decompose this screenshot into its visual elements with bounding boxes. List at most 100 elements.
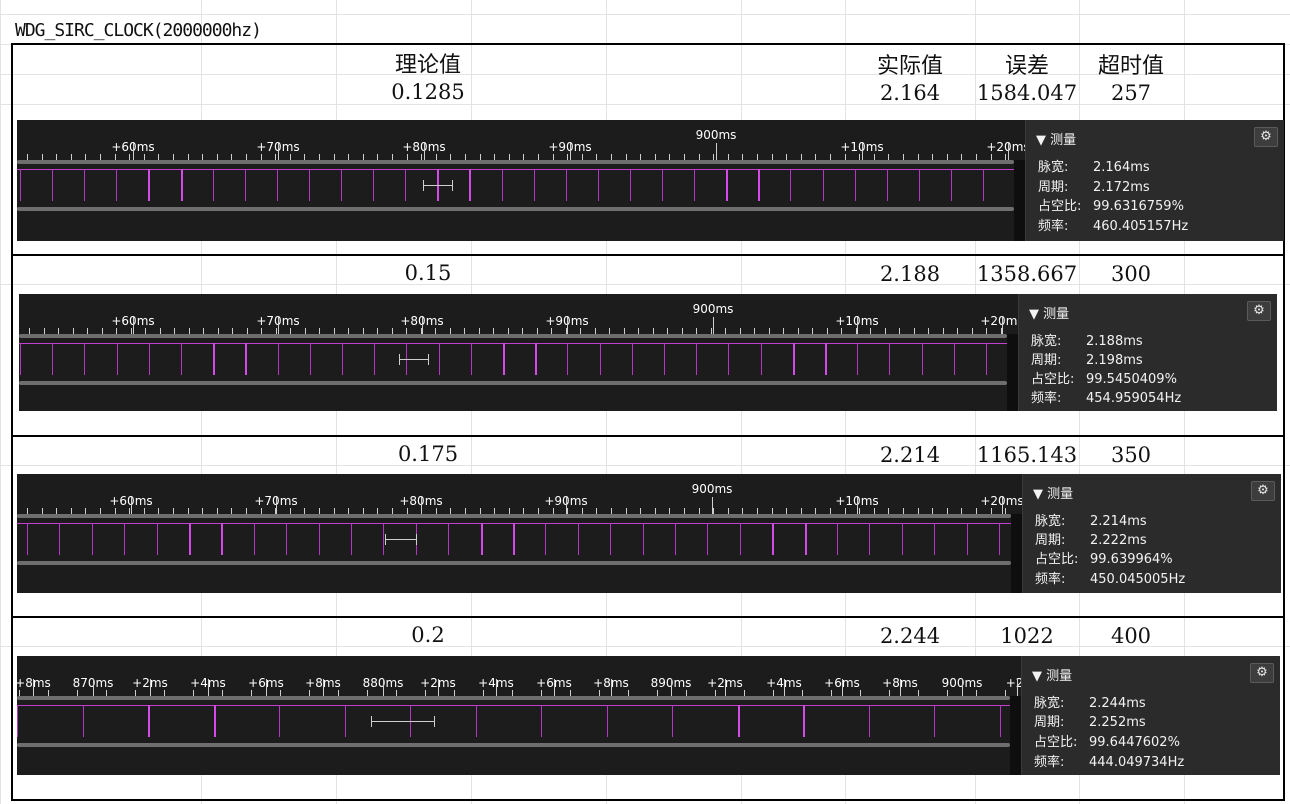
timeline-tick (450, 508, 451, 514)
timeline-tick (947, 508, 948, 514)
timeline-tick (202, 154, 203, 160)
timeline-tick (407, 154, 408, 160)
cell-error[interactable]: 1358.667 (977, 262, 1077, 286)
cell-theory[interactable]: 0.1285 (391, 80, 464, 104)
timeline-tick (684, 154, 685, 160)
cell-timeout[interactable]: 400 (1111, 624, 1151, 648)
header-actual[interactable]: 实际值 (877, 48, 943, 80)
cell-theory[interactable]: 0.15 (405, 261, 452, 285)
timeline-tick (87, 328, 88, 334)
measure-cursor[interactable] (371, 716, 435, 727)
timeline-tick (711, 328, 712, 334)
gear-icon[interactable]: ⚙ (1254, 127, 1278, 147)
timeline-tick (874, 154, 875, 160)
measure-cursor[interactable] (423, 180, 453, 191)
timeline-tick (669, 154, 670, 160)
measure-title[interactable]: ▼ 测量 (1032, 665, 1072, 684)
measure-cursor[interactable] (385, 534, 417, 545)
cell-theory[interactable]: 0.2 (411, 623, 444, 647)
timeline-tick (222, 690, 223, 696)
cell-error[interactable]: 1022 (1000, 624, 1053, 648)
signal-pulse (600, 343, 601, 375)
header-error[interactable]: 误差 (1005, 48, 1049, 80)
timeline-tick (772, 508, 773, 514)
cell-timeout[interactable]: 350 (1111, 443, 1151, 467)
timeline-tick (100, 154, 101, 160)
timeline-tick (193, 690, 194, 696)
timeline-tick (348, 154, 349, 160)
timeline-tick (538, 508, 539, 514)
header-theory[interactable]: 理论值 (395, 47, 461, 79)
signal-pulse (342, 343, 343, 375)
header-timeout[interactable]: 超时值 (1098, 48, 1164, 80)
measure-title[interactable]: ▼ 测量 (1033, 483, 1073, 502)
signal-pulse (286, 523, 287, 555)
timeline-tick (725, 328, 726, 334)
gear-icon[interactable]: ⚙ (1251, 481, 1275, 501)
period-row: 周期: 2.222ms (1035, 529, 1147, 548)
signal-pulse (869, 705, 870, 737)
timeline-tick (309, 690, 310, 696)
timeline-tick (918, 154, 919, 160)
timeline-tick (582, 508, 583, 514)
cell-error[interactable]: 1584.047 (977, 81, 1077, 105)
frequency-value: 450.045005Hz (1090, 572, 1186, 587)
cell-timeout[interactable]: 257 (1111, 81, 1151, 105)
cell-error[interactable]: 1165.143 (977, 443, 1077, 467)
waveform-area: +60ms+70ms+80ms+90ms900ms+10ms+20ms (19, 294, 1019, 411)
cell-actual[interactable]: 2.214 (880, 443, 940, 467)
timeline-tick (290, 508, 291, 514)
timeline-tick (728, 508, 729, 514)
timeline-tick (56, 154, 57, 160)
timeline-tick (567, 154, 568, 160)
timeline-tick (655, 154, 656, 160)
period-label: 周期: (1035, 533, 1066, 548)
timeline-tick (454, 690, 455, 696)
signal-pulse (803, 705, 805, 737)
timeline-tick (538, 154, 539, 160)
measure-title[interactable]: ▼ 测量 (1029, 303, 1069, 322)
cell-theory[interactable]: 0.175 (398, 442, 458, 466)
pulse-width-value: 2.244ms (1089, 696, 1146, 711)
cell-actual[interactable]: 2.188 (880, 262, 940, 286)
timeline-tick (802, 690, 803, 696)
timeline-major-tick (567, 317, 568, 334)
timeline-major-tick (611, 679, 612, 696)
cell-actual[interactable]: 2.164 (880, 81, 940, 105)
sheet-title-cell[interactable]: WDG_SIRC_CLOCK(2000000hz) (15, 20, 262, 41)
measure-cursor[interactable] (399, 354, 429, 365)
waveform-area: +8ms870ms+2ms+4ms+6ms+8ms880ms+2ms+4ms+6… (17, 656, 1022, 775)
timeline-tick (509, 154, 510, 160)
signal-pulse (967, 523, 968, 555)
timeline-major-tick (33, 679, 34, 696)
timeline-tick (655, 508, 656, 514)
pulse-width-row: 脉宽: 2.244ms (1034, 692, 1146, 711)
signal-pulse (934, 705, 935, 737)
signal-pulse (279, 705, 280, 737)
cell-actual[interactable]: 2.244 (880, 624, 940, 648)
gear-icon[interactable]: ⚙ (1247, 301, 1271, 321)
signal-pulse (221, 523, 223, 555)
timeline-tick (903, 508, 904, 514)
frequency-value: 460.405157Hz (1093, 219, 1189, 234)
signal-pulse (793, 343, 795, 375)
timeline-major-tick (424, 143, 425, 160)
signal-pulse (448, 523, 449, 555)
timeline-tick (888, 508, 889, 514)
timeline-tick (29, 328, 30, 334)
signal-pulse (999, 523, 1000, 555)
timeline-tick (280, 690, 281, 696)
gear-icon[interactable]: ⚙ (1250, 663, 1274, 683)
signal-pulse (52, 169, 53, 201)
timeline-tick (957, 328, 958, 334)
measure-title[interactable]: ▼ 测量 (1036, 129, 1076, 148)
timeline-major-tick (1017, 679, 1018, 696)
signal-pulse (149, 343, 150, 375)
cell-timeout[interactable]: 300 (1111, 262, 1151, 286)
pulse-width-label: 脉宽: (1031, 334, 1062, 349)
timeline-tick (338, 690, 339, 696)
scope-capture: +8ms870ms+2ms+4ms+6ms+8ms880ms+2ms+4ms+6… (17, 656, 1280, 775)
timeline-tick (841, 328, 842, 334)
period-value: 2.198ms (1086, 353, 1143, 368)
frequency-row: 频率: 450.045005Hz (1035, 568, 1185, 587)
